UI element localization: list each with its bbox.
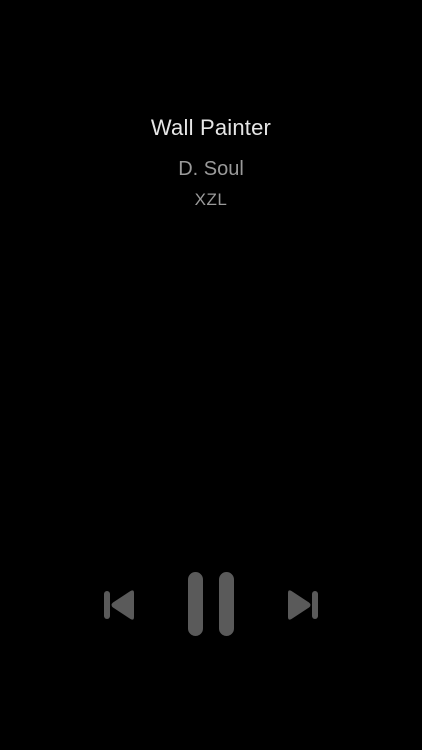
skip-forward-icon — [288, 590, 318, 620]
track-title: Wall Painter — [150, 115, 272, 140]
now-playing-screen: Wall Painter D. Soul XZL — [0, 0, 422, 750]
playback-controls — [0, 570, 422, 640]
pause-button[interactable] — [185, 570, 237, 638]
previous-track-button[interactable] — [102, 588, 138, 622]
track-info: Wall Painter D. Soul XZL — [0, 112, 422, 213]
track-album: XZL — [194, 190, 228, 209]
track-artist: D. Soul — [178, 158, 244, 180]
next-track-button[interactable] — [284, 588, 320, 622]
pause-icon — [188, 572, 234, 636]
skip-back-icon — [104, 590, 134, 620]
